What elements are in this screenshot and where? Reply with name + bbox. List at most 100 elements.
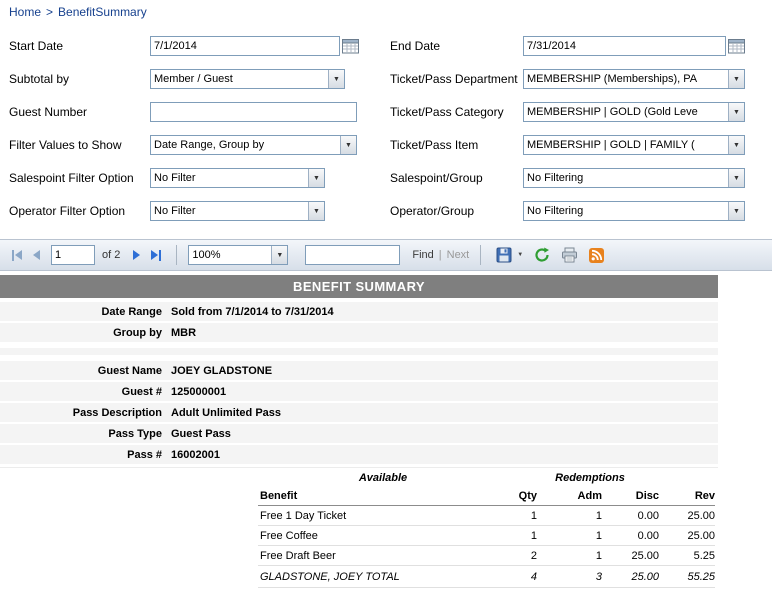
subtotal-by-select[interactable]: Member / Guest ▼ xyxy=(150,69,345,89)
export-save-icon[interactable] xyxy=(496,247,512,263)
report-body: BENEFIT SUMMARY Date Range Sold from 7/1… xyxy=(0,275,718,588)
end-date-input[interactable] xyxy=(523,36,726,56)
calendar-icon[interactable] xyxy=(342,38,359,54)
field-label: Pass Description xyxy=(0,407,170,419)
section-spacer-band xyxy=(0,348,718,355)
export-menu-chevron-icon[interactable]: ▼ xyxy=(517,252,523,258)
report-field-row: Pass # 16002001 xyxy=(0,445,718,464)
field-value: 16002001 xyxy=(170,449,220,461)
toolbar-divider xyxy=(176,245,177,265)
table-group-header-row: Available Redemptions xyxy=(258,470,715,487)
calendar-icon[interactable] xyxy=(728,38,745,54)
cell-benefit: Free Coffee xyxy=(258,530,440,542)
ticket-pass-category-label: Ticket/Pass Category xyxy=(390,105,523,119)
end-date-label: End Date xyxy=(390,39,523,53)
chevron-down-icon: ▼ xyxy=(340,136,356,154)
chevron-down-icon: ▼ xyxy=(728,202,744,220)
cell-adm: 1 xyxy=(537,510,602,522)
chevron-down-icon: ▼ xyxy=(328,70,344,88)
chevron-down-icon: ▼ xyxy=(728,70,744,88)
chevron-down-icon: ▼ xyxy=(308,169,324,187)
operator-filter-label: Operator Filter Option xyxy=(9,204,150,218)
column-header-adm: Adm xyxy=(537,490,602,502)
table-row: Free 1 Day Ticket 1 1 0.00 25.00 xyxy=(258,506,715,526)
breadcrumb-page-link[interactable]: BenefitSummary xyxy=(58,5,147,19)
table-header-row: Benefit Qty Adm Disc Rev xyxy=(258,487,715,506)
ticket-pass-category-value: MEMBERSHIP | GOLD (Gold Leve xyxy=(524,103,728,121)
salespoint-group-select[interactable]: No Filtering ▼ xyxy=(523,168,745,188)
column-header-rev: Rev xyxy=(659,490,715,502)
operator-group-label: Operator/Group xyxy=(390,204,523,218)
cell-benefit: GLADSTONE, JOEY TOTAL xyxy=(258,571,440,583)
start-date-label: Start Date xyxy=(9,39,150,53)
salespoint-filter-value: No Filter xyxy=(151,169,308,187)
filter-values-label: Filter Values to Show xyxy=(9,138,150,152)
operator-filter-value: No Filter xyxy=(151,202,308,220)
find-next-separator: | xyxy=(439,249,442,261)
ticket-pass-item-select[interactable]: MEMBERSHIP | GOLD | FAMILY ( ▼ xyxy=(523,135,745,155)
operator-filter-select[interactable]: No Filter ▼ xyxy=(150,201,325,221)
salespoint-group-value: No Filtering xyxy=(524,169,728,187)
guest-number-label: Guest Number xyxy=(9,105,150,119)
report-viewer-toolbar: of 2 100% ▼ Find | Next ▼ xyxy=(0,239,772,271)
cell-disc: 25.00 xyxy=(602,550,659,562)
cell-qty: 1 xyxy=(440,530,537,542)
column-header-disc: Disc xyxy=(602,490,659,502)
cell-rev: 25.00 xyxy=(659,510,715,522)
cell-adm: 1 xyxy=(537,530,602,542)
field-label: Guest # xyxy=(0,386,170,398)
data-feed-icon[interactable] xyxy=(589,248,604,263)
find-next-link[interactable]: Next xyxy=(447,249,470,261)
operator-group-value: No Filtering xyxy=(524,202,728,220)
ticket-pass-category-select[interactable]: MEMBERSHIP | GOLD (Gold Leve ▼ xyxy=(523,102,745,122)
filter-values-select[interactable]: Date Range, Group by ▼ xyxy=(150,135,357,155)
page-number-input[interactable] xyxy=(51,245,95,265)
salespoint-filter-select[interactable]: No Filter ▼ xyxy=(150,168,325,188)
operator-group-select[interactable]: No Filtering ▼ xyxy=(523,201,745,221)
search-input[interactable] xyxy=(305,245,400,265)
page-count-label: of 2 xyxy=(102,249,120,261)
print-icon[interactable] xyxy=(561,247,578,263)
ticket-pass-department-label: Ticket/Pass Department xyxy=(390,72,523,86)
guest-number-input[interactable] xyxy=(150,102,357,122)
field-label: Date Range xyxy=(0,306,170,318)
field-value: Guest Pass xyxy=(170,428,231,440)
start-date-input[interactable] xyxy=(150,36,340,56)
field-label: Guest Name xyxy=(0,365,170,377)
ticket-pass-item-label: Ticket/Pass Item xyxy=(390,138,523,152)
field-value: Adult Unlimited Pass xyxy=(170,407,281,419)
previous-page-button[interactable] xyxy=(33,250,40,260)
last-page-button[interactable] xyxy=(151,250,161,261)
report-field-row: Pass Description Adult Unlimited Pass xyxy=(0,403,718,422)
find-link[interactable]: Find xyxy=(412,249,433,261)
cell-benefit: Free Draft Beer xyxy=(258,550,440,562)
table-row: Free Coffee 1 1 0.00 25.00 xyxy=(258,526,715,546)
report-field-row: Date Range Sold from 7/1/2014 to 7/31/20… xyxy=(0,302,718,321)
ticket-pass-department-select[interactable]: MEMBERSHIP (Memberships), PA ▼ xyxy=(523,69,745,89)
chevron-down-icon: ▼ xyxy=(271,246,287,264)
benefit-table-section: Available Redemptions Benefit Qty Adm Di… xyxy=(0,467,718,588)
toolbar-divider xyxy=(480,245,481,265)
column-header-benefit: Benefit xyxy=(258,490,440,502)
report-field-row: Guest # 125000001 xyxy=(0,382,718,401)
cell-benefit: Free 1 Day Ticket xyxy=(258,510,440,522)
report-field-row: Pass Type Guest Pass xyxy=(0,424,718,443)
subtotal-by-label: Subtotal by xyxy=(9,72,150,86)
refresh-icon[interactable] xyxy=(534,247,550,263)
breadcrumb-home-link[interactable]: Home xyxy=(9,5,41,19)
field-label: Pass # xyxy=(0,449,170,461)
group-header-redemptions: Redemptions xyxy=(523,472,657,484)
chevron-down-icon: ▼ xyxy=(728,103,744,121)
report-parameters: Start Date End Date Subtotal by Member /… xyxy=(0,24,772,233)
table-row: Free Draft Beer 2 1 25.00 5.25 xyxy=(258,546,715,566)
breadcrumb-separator: > xyxy=(46,5,53,19)
chevron-down-icon: ▼ xyxy=(728,169,744,187)
next-page-button[interactable] xyxy=(133,250,140,260)
column-header-qty: Qty xyxy=(440,490,537,502)
cell-disc: 0.00 xyxy=(602,510,659,522)
zoom-select[interactable]: 100% ▼ xyxy=(188,245,288,265)
cell-rev: 25.00 xyxy=(659,530,715,542)
first-page-button[interactable] xyxy=(12,250,22,261)
cell-rev: 5.25 xyxy=(659,550,715,562)
field-value: 125000001 xyxy=(170,386,226,398)
